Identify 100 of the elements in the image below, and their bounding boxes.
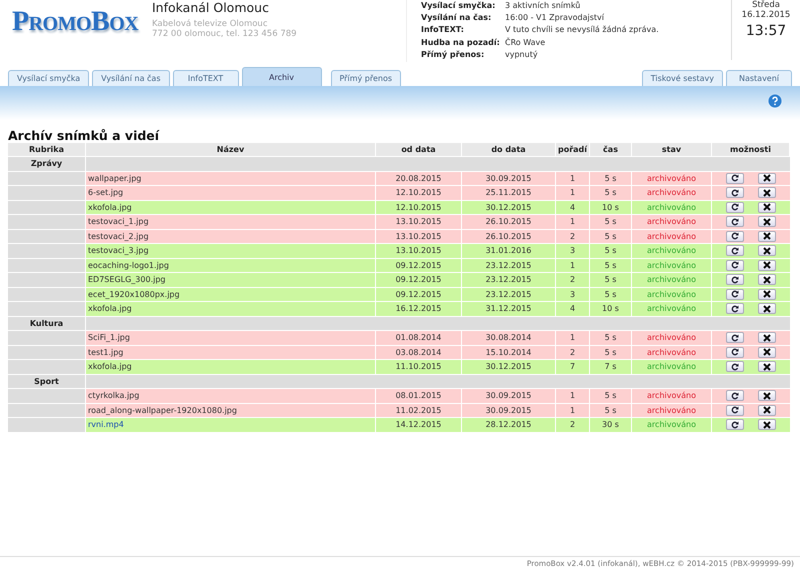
table-cell: 6-set.jpg [86,186,375,200]
restore-button[interactable] [726,361,744,372]
close-icon [763,362,771,371]
table-cell: 30.12.2015 [462,360,555,374]
table-cell: 5 s [590,172,631,185]
tab[interactable]: InfoTEXT [172,70,238,86]
delete-button[interactable] [758,390,776,402]
close-icon [763,246,771,255]
table-cell: 13.10.2015 [376,244,461,258]
restore-button[interactable] [726,390,744,402]
restore-button[interactable] [726,260,744,271]
table-cell: 5 s [590,389,631,402]
status-value: 16:00 - V1 Zpravodajství [505,13,605,24]
table-cell: 30.09.2015 [462,172,555,185]
close-icon [763,261,771,270]
close-icon [763,334,771,342]
restore-button[interactable] [726,245,744,256]
delete-button[interactable] [758,216,776,228]
delete-button[interactable] [758,361,776,372]
delete-button[interactable] [758,288,776,300]
delete-button[interactable] [758,303,776,314]
status-value: 3 aktivních snímků [505,1,582,12]
restore-button[interactable] [726,187,744,198]
restore-button[interactable] [726,274,744,286]
delete-button[interactable] [758,419,776,430]
restore-button[interactable] [726,303,744,314]
table-cell: testovaci_2.jpg [86,230,375,243]
column-header: čas [590,143,631,156]
restore-button[interactable] [726,332,744,344]
table-cell: xkofola.jpg [86,302,375,316]
table-cell: 26.10.2015 [462,215,555,228]
restore-button[interactable] [726,216,744,228]
table-cell: 2 [556,273,589,286]
status-cell: archivováno [632,244,711,258]
table-cell: 23.12.2015 [462,273,555,286]
tab[interactable]: Přímý přenos [330,70,402,86]
table-cell: ecet_1920x1080px.jpg [86,288,375,301]
channel-title: Infokanál Olomouc [152,0,270,15]
table-cell: 3 [556,244,589,258]
restore-button[interactable] [726,288,744,300]
clock-date: 16.12.2015 [742,10,790,20]
restore-button[interactable] [726,230,744,242]
close-icon [763,232,771,240]
tab[interactable]: Vysílací smyčka [8,70,90,86]
delete-button[interactable] [758,346,776,358]
table-cell: 23.12.2015 [462,288,555,301]
delete-button[interactable] [758,404,776,416]
delete-button[interactable] [758,274,776,286]
table-cell: 5 s [590,288,631,301]
table-cell: 30 s [590,418,631,432]
tab[interactable]: Nastavení [726,70,792,86]
table-cell: 1 [556,215,589,228]
close-icon [763,420,771,429]
tab[interactable]: Vysílání na čas [92,70,170,86]
clock-day: Středa [752,0,780,10]
table-cell: 5 s [590,258,631,272]
restore-button[interactable] [726,202,744,213]
delete-button[interactable] [758,260,776,271]
column-header: pořadí [556,143,589,156]
table-cell: 26.10.2015 [462,230,555,243]
table-cell: 31.12.2015 [462,302,555,316]
table-cell: 1 [556,172,589,185]
help-icon[interactable] [768,94,782,108]
table-cell: 5 s [590,215,631,228]
column-header: od data [376,143,461,156]
status-cell: archivováno [632,331,711,344]
tab[interactable]: Archiv [242,67,322,86]
tab[interactable]: Tiskové sestavy [642,70,723,86]
delete-button[interactable] [758,172,776,184]
delete-button[interactable] [758,332,776,344]
table-cell: 30.12.2015 [462,200,555,214]
restore-button[interactable] [726,346,744,358]
close-icon [763,392,771,400]
table-cell: 03.08.2014 [376,346,461,359]
restore-button[interactable] [726,172,744,184]
close-icon [763,290,771,298]
status-label: Vysílání na čas: [421,13,492,24]
column-header: Název [86,143,375,156]
table-cell: 5 s [590,404,631,417]
close-icon [763,174,771,182]
table-cell: 20.08.2015 [376,172,461,185]
delete-button[interactable] [758,202,776,213]
delete-button[interactable] [758,230,776,242]
table-cell: 16.12.2015 [376,302,461,316]
file-link[interactable]: rvni.mp4 [86,418,375,432]
category-name: Kultura [8,316,85,330]
page-heading: Archív snímků a videí [7,127,160,143]
column-header: stav [632,143,711,156]
table-cell: testovaci_3.jpg [86,244,375,258]
close-icon [763,406,771,414]
delete-button[interactable] [758,187,776,198]
status-value: vypnutý [505,50,539,61]
restore-button[interactable] [726,404,744,416]
delete-button[interactable] [758,245,776,256]
category-name: Sport [8,374,85,388]
restore-button[interactable] [726,419,744,430]
table-cell: 5 s [590,346,631,359]
table-cell: 5 s [590,244,631,258]
table-cell: 10 s [590,302,631,316]
status-value: V tuto chvíli se nevysílá žádná zpráva. [505,25,660,36]
